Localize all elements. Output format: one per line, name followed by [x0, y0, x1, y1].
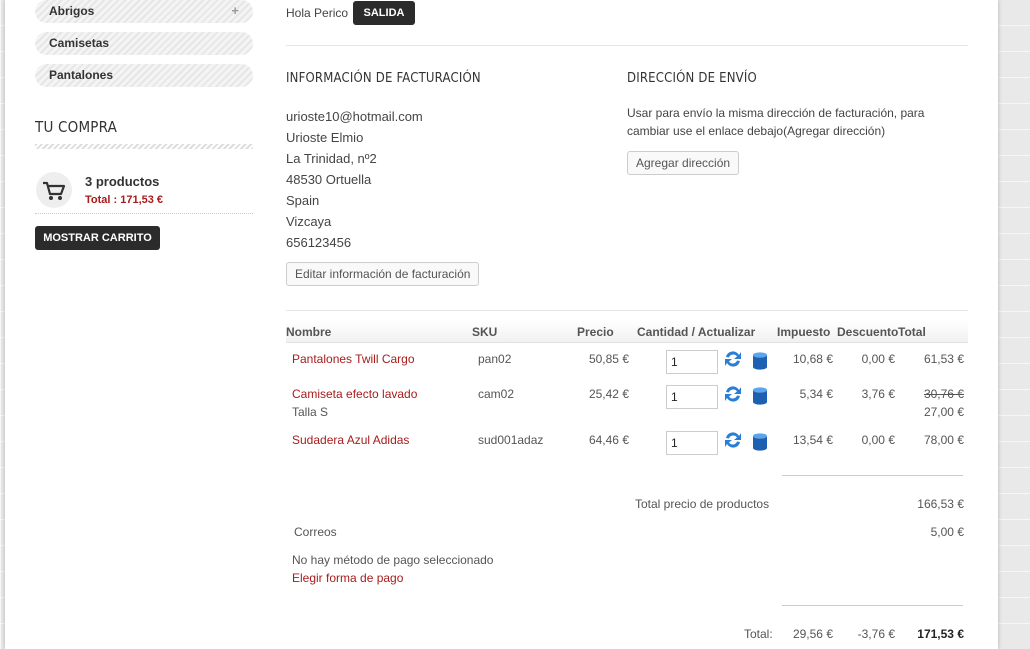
product-total: 78,00 €	[923, 433, 964, 447]
billing-country: Spain	[286, 193, 320, 208]
summary-divider	[782, 605, 963, 606]
cart-total: Total : 171,53 €	[85, 194, 164, 206]
edit-billing-button[interactable]: Editar información de facturación	[286, 262, 480, 286]
refresh-icon[interactable]	[723, 384, 743, 404]
grand-total-tax: 29,56 €	[792, 627, 833, 641]
product-sku: cam02	[478, 387, 515, 401]
summary-divider	[782, 475, 963, 476]
shipping-description: Usar para envío la misma dirección de fa…	[627, 106, 925, 138]
billing-name: Urioste Elmio	[286, 130, 364, 145]
col-price: Precio	[577, 325, 614, 339]
expand-plus-icon[interactable]: +	[231, 3, 239, 18]
logout-button[interactable]: SALIDA	[353, 1, 415, 25]
refresh-icon[interactable]	[723, 349, 743, 369]
choose-payment-link[interactable]: Elegir forma de pago	[292, 571, 403, 585]
trash-icon[interactable]	[752, 386, 768, 406]
grand-total-value: 171,53 €	[917, 627, 964, 641]
quantity-input[interactable]	[666, 431, 718, 455]
product-discount: 3,76 €	[861, 387, 895, 401]
billing-province: Vizcaya	[286, 214, 332, 229]
payment-note: No hay método de pago seleccionado	[292, 553, 494, 567]
section-divider	[35, 144, 253, 149]
billing-title: INFORMACIÓN DE FACTURACIÓN	[286, 71, 481, 86]
billing-city: 48530 Ortuella	[286, 172, 372, 187]
product-tax: 13,54 €	[792, 433, 833, 447]
divider	[286, 45, 968, 46]
product-tax: 10,68 €	[792, 352, 833, 366]
product-total: 61,53 €	[923, 352, 964, 366]
product-price: 64,46 €	[588, 433, 629, 447]
category-camisetas[interactable]: Camisetas	[35, 32, 253, 55]
category-label: Camisetas	[49, 36, 110, 50]
products-total-label: Total precio de productos	[635, 497, 770, 511]
col-total: Total	[898, 325, 926, 339]
col-sku: SKU	[472, 325, 498, 339]
shipping-cost: 5,00 €	[930, 525, 964, 539]
category-label: Abrigos	[49, 4, 95, 18]
product-link[interactable]: Camiseta efecto lavado	[292, 387, 417, 401]
col-discount: Descuento	[837, 325, 899, 339]
shipping-title: DIRECCIÓN DE ENVÍO	[627, 71, 757, 86]
product-discount: 0,00 €	[861, 433, 895, 447]
category-abrigos[interactable]: Abrigos +	[35, 0, 253, 23]
cart-section-title: TU COMPRA	[35, 118, 118, 136]
trash-icon[interactable]	[752, 351, 768, 371]
products-total-value: 166,53 €	[917, 497, 964, 511]
product-tax: 5,34 €	[799, 387, 833, 401]
product-price: 50,85 €	[588, 352, 629, 366]
trash-icon[interactable]	[752, 432, 768, 452]
billing-phone: 656123456	[286, 235, 352, 250]
show-cart-button[interactable]: MOSTRAR CARRITO	[35, 226, 160, 250]
product-total: 27,00 €	[923, 405, 964, 419]
cart-table-header: Nombre SKU Precio Cantidad / Actualizar …	[286, 321, 968, 343]
product-sku: sud001adaz	[478, 433, 544, 447]
refresh-icon[interactable]	[723, 430, 743, 450]
cart-item-count: 3 productos	[85, 174, 160, 189]
quantity-input[interactable]	[666, 385, 718, 409]
product-variant: Talla S	[292, 405, 329, 419]
grand-total-label: Total:	[744, 627, 773, 641]
product-link[interactable]: Pantalones Twill Cargo	[292, 352, 415, 366]
add-address-button[interactable]: Agregar dirección	[627, 151, 740, 175]
billing-address: urioste10@hotmail.com Urioste Elmio La T…	[286, 106, 423, 253]
cart-divider	[35, 213, 253, 214]
billing-email: urioste10@hotmail.com	[286, 109, 423, 124]
shipping-method: Correos	[294, 525, 337, 539]
greeting: Hola Perico	[286, 6, 349, 20]
col-tax: Impuesto	[777, 325, 831, 339]
divider	[286, 310, 968, 311]
shopping-cart-icon	[36, 172, 72, 208]
product-discount: 0,00 €	[861, 352, 895, 366]
billing-street: La Trinidad, nº2	[286, 151, 377, 166]
product-price: 25,42 €	[588, 387, 629, 401]
quantity-input[interactable]	[666, 350, 718, 374]
category-label: Pantalones	[49, 68, 114, 82]
page: Abrigos + Camisetas Pantalones TU COMPRA…	[5, 0, 998, 649]
product-link[interactable]: Sudadera Azul Adidas	[292, 433, 409, 447]
col-quantity: Cantidad / Actualizar	[637, 325, 756, 339]
product-sku: pan02	[478, 352, 512, 366]
category-pantalones[interactable]: Pantalones	[35, 64, 253, 87]
product-original-total: 30,76 €	[923, 387, 964, 401]
col-name: Nombre	[286, 325, 332, 339]
